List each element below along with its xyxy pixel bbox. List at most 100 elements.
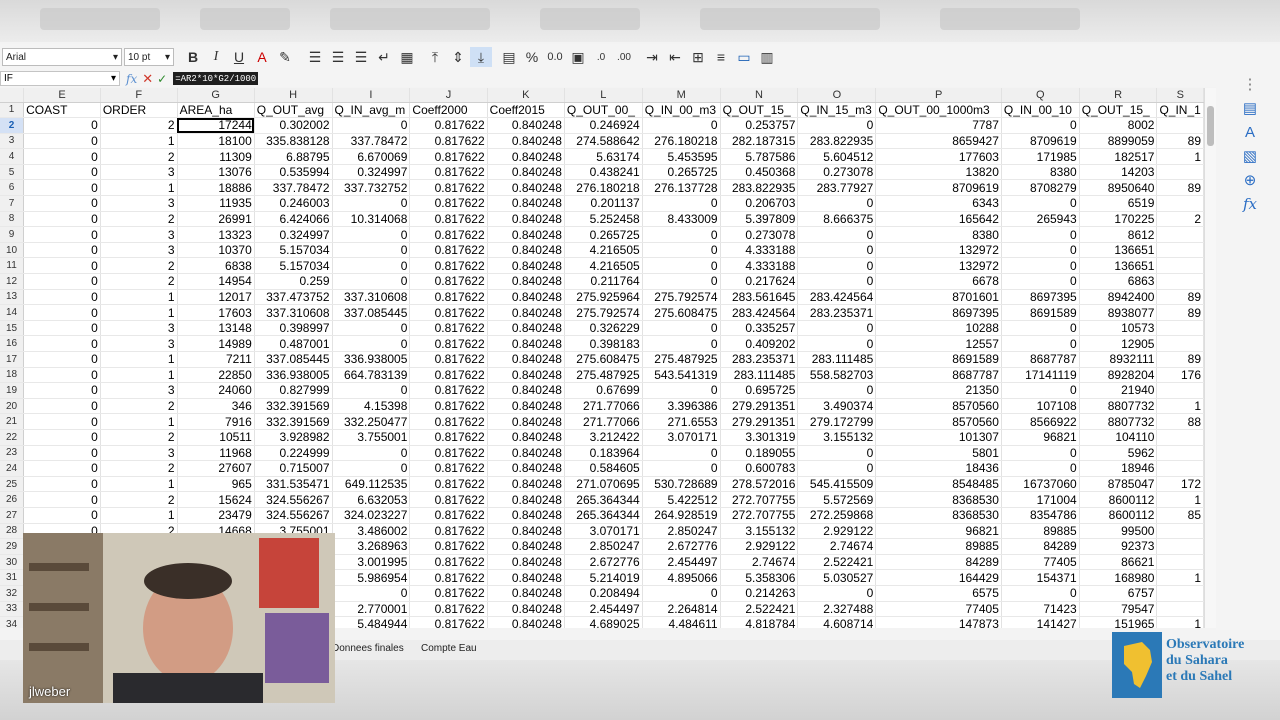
table-cell[interactable]: 276.180218 xyxy=(642,133,721,150)
table-cell[interactable]: 0.817622 xyxy=(409,616,488,628)
table-cell[interactable]: 283.77927 xyxy=(797,179,877,197)
table-cell[interactable]: 0 xyxy=(332,335,411,352)
table-cell[interactable]: 0.224999 xyxy=(254,445,333,462)
wrap-text-icon[interactable]: ↵ xyxy=(373,47,395,67)
table-cell[interactable]: 27607 xyxy=(177,460,255,477)
table-cell[interactable]: 3.301319 xyxy=(720,429,799,446)
table-cell[interactable]: 0 xyxy=(1001,242,1080,259)
table-cell[interactable]: 0.840248 xyxy=(487,429,565,446)
table-cell[interactable]: 0 xyxy=(23,398,101,415)
table-cell[interactable]: 6.424066 xyxy=(254,211,333,228)
table-cell[interactable]: 336.938005 xyxy=(254,367,333,384)
table-cell[interactable]: 101307 xyxy=(875,429,1002,446)
column-header[interactable]: K xyxy=(487,88,565,103)
table-cell[interactable] xyxy=(1156,382,1204,399)
table-cell[interactable]: 1 xyxy=(100,304,178,321)
table-cell[interactable]: 0 xyxy=(642,195,721,212)
table-cell[interactable]: 136651 xyxy=(1079,242,1158,259)
table-cell[interactable]: 3.755001 xyxy=(332,429,411,446)
table-cell[interactable]: 147873 xyxy=(875,616,1002,628)
table-cell[interactable]: 5.572569 xyxy=(797,491,877,508)
table-cell[interactable]: 337.78472 xyxy=(332,133,411,150)
table-cell[interactable]: 664.783139 xyxy=(332,367,411,384)
table-cell[interactable]: 283.424564 xyxy=(720,304,799,321)
table-cell[interactable]: 8570560 xyxy=(875,398,1002,415)
border-color-icon[interactable]: ▭ xyxy=(733,47,755,67)
table-cell[interactable]: 8612 xyxy=(1079,226,1158,243)
table-cell[interactable]: 89 xyxy=(1156,289,1204,306)
table-cell[interactable]: 5.604512 xyxy=(797,148,877,165)
table-cell[interactable]: 279.291351 xyxy=(720,413,799,430)
table-cell[interactable]: 0.840248 xyxy=(487,523,565,540)
table-cell[interactable]: 8932111 xyxy=(1079,351,1158,368)
table-cell[interactable]: 0 xyxy=(23,367,101,384)
table-cell[interactable]: 0.840248 xyxy=(487,242,565,259)
table-cell[interactable]: 0.695725 xyxy=(720,382,799,399)
table-cell[interactable]: 0 xyxy=(332,257,411,275)
table-cell[interactable] xyxy=(1156,429,1204,446)
table-cell[interactable]: 5.358306 xyxy=(720,569,799,586)
table-cell[interactable]: 265.364344 xyxy=(564,507,643,524)
table-cell[interactable]: 4.216505 xyxy=(564,257,643,275)
table-cell[interactable]: 89 xyxy=(1156,179,1204,197)
table-cell[interactable]: 172 xyxy=(1156,476,1204,493)
table-cell[interactable]: 2.74674 xyxy=(797,538,877,555)
table-cell[interactable]: 0.584605 xyxy=(564,460,643,477)
header-cell[interactable]: AREA_ha xyxy=(177,102,255,119)
table-cell[interactable]: 1 xyxy=(100,507,178,524)
table-cell[interactable]: 8548485 xyxy=(875,476,1002,493)
table-cell[interactable]: 0.183964 xyxy=(564,445,643,462)
table-cell[interactable]: 3.268963 xyxy=(332,538,411,555)
table-cell[interactable]: 324.556267 xyxy=(254,507,333,524)
merge-cells-icon[interactable]: ▦ xyxy=(396,47,418,67)
table-cell[interactable]: 0 xyxy=(1001,226,1080,243)
column-header[interactable]: L xyxy=(564,88,643,103)
table-cell[interactable]: 265943 xyxy=(1001,211,1080,228)
table-cell[interactable]: 4.818784 xyxy=(720,616,799,628)
table-cell[interactable]: 6.632053 xyxy=(332,491,411,508)
table-cell[interactable]: 0 xyxy=(642,273,721,290)
table-cell[interactable]: 0.398183 xyxy=(564,335,643,352)
table-cell[interactable]: 0 xyxy=(23,491,101,508)
italic-button[interactable]: I xyxy=(205,47,227,67)
table-cell[interactable]: 0 xyxy=(797,460,877,477)
row-header[interactable]: 19 xyxy=(0,382,25,399)
table-cell[interactable]: 8380 xyxy=(875,226,1002,243)
table-cell[interactable]: 0.208494 xyxy=(564,585,643,602)
table-cell[interactable]: 0.246003 xyxy=(254,195,333,212)
table-cell[interactable]: 4.484611 xyxy=(642,616,721,628)
table-cell[interactable]: 89 xyxy=(1156,133,1204,150)
table-cell[interactable]: 278.572016 xyxy=(720,476,799,493)
table-cell[interactable]: 0 xyxy=(642,335,721,352)
row-header[interactable]: 15 xyxy=(0,320,25,337)
column-header[interactable]: S xyxy=(1156,88,1204,103)
table-cell[interactable]: 0.817622 xyxy=(409,242,488,259)
column-header[interactable]: H xyxy=(254,88,333,103)
table-cell[interactable]: 18946 xyxy=(1079,460,1158,477)
table-cell[interactable]: 275.925964 xyxy=(564,289,643,306)
table-cell[interactable]: 2.770001 xyxy=(332,601,411,618)
table-cell[interactable]: 176 xyxy=(1156,367,1204,384)
table-cell[interactable]: 5801 xyxy=(875,445,1002,462)
header-cell[interactable]: Q_OUT_00_ xyxy=(564,102,643,119)
table-cell[interactable]: 8701601 xyxy=(875,289,1002,306)
row-header[interactable]: 8 xyxy=(0,211,25,228)
table-cell[interactable]: 283.235371 xyxy=(720,351,799,368)
table-cell[interactable]: 275.792574 xyxy=(564,304,643,321)
table-cell[interactable]: 7211 xyxy=(177,351,255,368)
table-cell[interactable]: 3 xyxy=(100,335,178,352)
table-cell[interactable]: 4.689025 xyxy=(564,616,643,628)
table-cell[interactable]: 0.840248 xyxy=(487,554,565,571)
table-cell[interactable]: 8950640 xyxy=(1079,179,1158,197)
table-cell[interactable]: 6519 xyxy=(1079,195,1158,212)
row-header[interactable]: 24 xyxy=(0,460,25,477)
table-cell[interactable]: 2.74674 xyxy=(720,554,799,571)
table-cell[interactable]: 2.522421 xyxy=(720,601,799,618)
table-cell[interactable]: 0.335257 xyxy=(720,320,799,337)
date-format-icon[interactable]: ▣ xyxy=(567,47,589,67)
table-cell[interactable]: 18100 xyxy=(177,133,255,150)
table-cell[interactable]: 17244 xyxy=(177,117,255,134)
table-cell[interactable]: 0.840248 xyxy=(487,226,565,243)
table-cell[interactable]: 0.189055 xyxy=(720,445,799,462)
table-cell[interactable]: 5.986954 xyxy=(332,569,411,586)
